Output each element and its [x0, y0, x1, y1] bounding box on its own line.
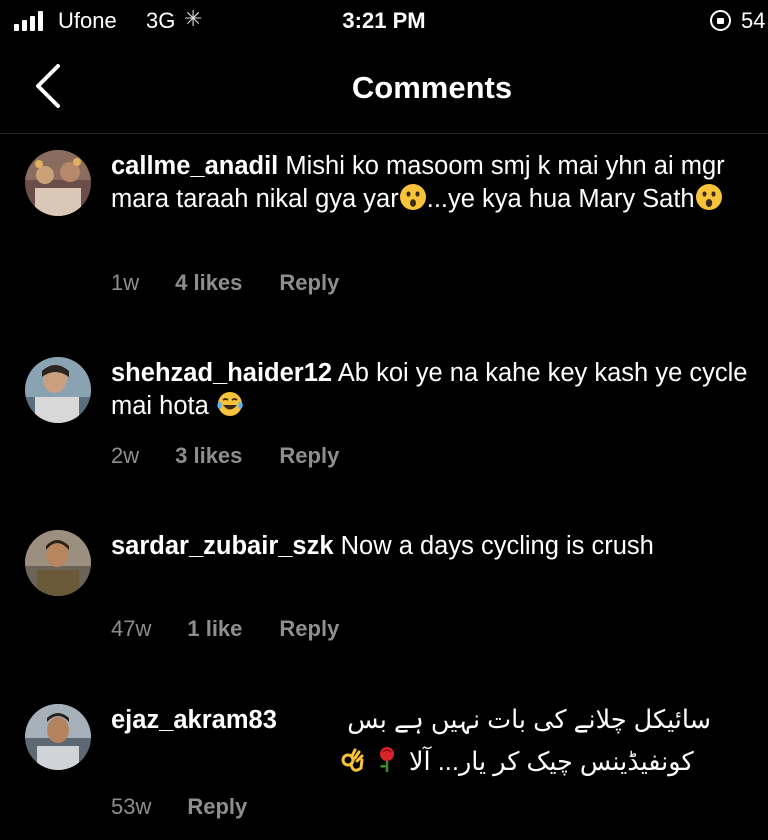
reply-button[interactable]: Reply	[279, 443, 339, 469]
comment-message-continued: ...ye kya hua Mary Sath	[426, 185, 695, 213]
comment-likes[interactable]: 3 likes	[175, 443, 242, 469]
comment-time: 53w	[111, 794, 152, 819]
comment-meta: 1w 4 likes Reply	[111, 270, 339, 296]
page-title: Comments	[351, 70, 513, 105]
avatar[interactable]	[25, 357, 91, 423]
reply-button[interactable]: Reply	[279, 616, 339, 642]
comment-likes[interactable]: 1 like	[187, 616, 242, 642]
reply-button[interactable]: Reply	[279, 270, 339, 296]
comment-meta: 47w 1 like Reply	[111, 616, 339, 642]
rose-emoji-icon	[373, 745, 401, 773]
comment-message: Now a days cycling is crush	[340, 532, 654, 560]
comment-text: sardar_zubair_szk Now a days cycling is …	[111, 530, 751, 563]
avatar[interactable]	[25, 704, 91, 770]
comment-message: سائیکل چلانے کی بات نہیں ہے بس	[347, 706, 711, 734]
comment-message-continued: کونفیڈینس چیک کر یار... آلا	[409, 747, 694, 776]
comment-likes[interactable]: 4 likes	[175, 270, 242, 296]
ok-hand-emoji-icon	[339, 748, 367, 776]
comment-username[interactable]: sardar_zubair_szk	[111, 532, 334, 560]
comment-text: callme_anadil Mishi ko masoom smj k mai …	[111, 150, 751, 216]
comment-meta: 53w Reply	[111, 794, 247, 820]
comment-meta: 2w 3 likes Reply	[111, 443, 339, 469]
astonished-face-emoji-icon	[399, 183, 427, 211]
avatar[interactable]	[25, 530, 91, 596]
tears-of-joy-emoji-icon	[216, 390, 244, 418]
avatar[interactable]	[25, 150, 91, 216]
comment-username[interactable]: shehzad_haider12	[111, 359, 332, 387]
status-time: 3:21 PM	[342, 8, 426, 33]
comment-text: ejaz_akram83 سائیکل چلانے کی بات نہیں ہے…	[111, 704, 751, 784]
comment-time: 2w	[111, 443, 140, 468]
reply-button[interactable]: Reply	[187, 794, 247, 820]
comment-time: 47w	[111, 616, 152, 641]
comment-text: shehzad_haider12 Ab koi ye na kahe key k…	[111, 357, 751, 423]
comment-username[interactable]: ejaz_akram83	[111, 704, 277, 737]
status-bar: Ufone 3G ✳ 3:21 PM 54	[0, 0, 768, 44]
hushed-face-emoji-icon	[695, 183, 723, 211]
comment-time: 1w	[111, 270, 140, 295]
comments-header: Comments	[0, 44, 768, 134]
comment-username[interactable]: callme_anadil	[111, 152, 278, 180]
orientation-lock-icon	[710, 10, 731, 31]
battery-level: 54	[741, 8, 766, 33]
